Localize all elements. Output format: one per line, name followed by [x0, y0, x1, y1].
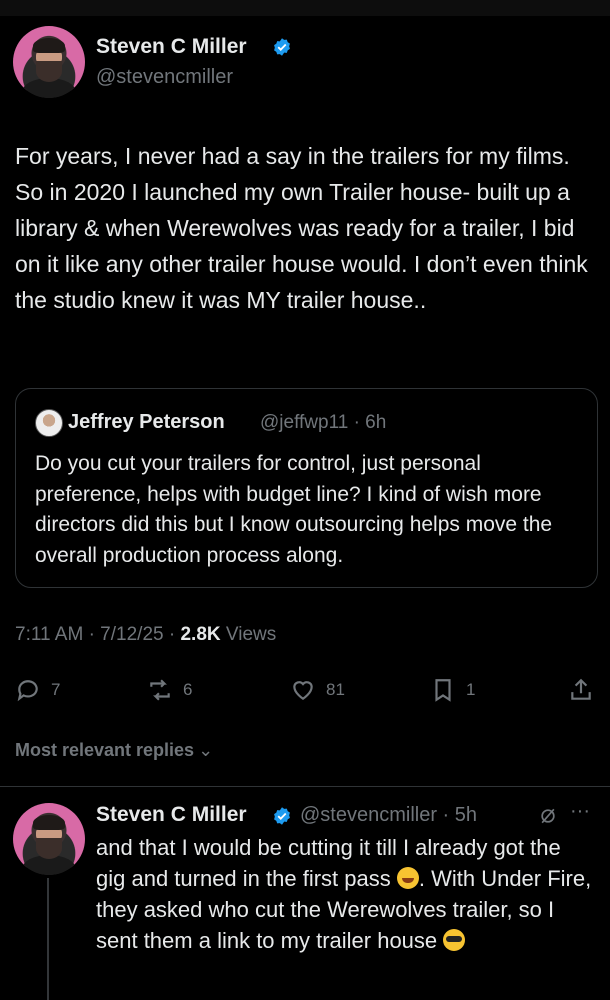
- repost-icon: [150, 679, 170, 701]
- share-icon: [571, 678, 591, 700]
- heart-icon: [293, 681, 313, 700]
- bookmark-icon: [435, 679, 451, 702]
- tweet-time: 7:11 AM · 7/12/25 ·: [15, 624, 181, 645]
- rofl-emoji-icon: [396, 867, 419, 889]
- author-name[interactable]: Steven C Miller: [96, 35, 247, 59]
- quoted-author-meta: @jeffwp11 · 6h: [260, 412, 387, 433]
- tweet-meta: 7:11 AM · 7/12/25 · 2.8K Views: [15, 624, 276, 646]
- reply-button[interactable]: 7: [15, 672, 60, 708]
- quoted-author-avatar: [35, 409, 63, 437]
- thread-line: [47, 878, 49, 1000]
- reply-icon: [17, 680, 38, 702]
- repost-count: 6: [183, 680, 193, 699]
- replies-sort-label: Most relevant replies: [15, 740, 195, 760]
- author-avatar[interactable]: [13, 26, 85, 98]
- reply-count: 7: [51, 680, 61, 699]
- tweet-text: For years, I never had a say in the trai…: [15, 143, 588, 313]
- reply-text: and that I would be cutting it till I al…: [96, 832, 596, 956]
- reply-author-avatar[interactable]: [13, 803, 85, 875]
- replies-sort-dropdown[interactable]: Most relevant replies ⌄: [15, 740, 213, 761]
- quoted-tweet-text: Do you cut your trailers for control, ju…: [35, 452, 553, 567]
- action-bar: 7 6 81 1: [0, 672, 610, 708]
- reply-author-name[interactable]: Steven C Miller: [96, 803, 247, 827]
- author-handle[interactable]: @stevencmiller: [96, 66, 233, 89]
- repost-button[interactable]: 6: [147, 672, 192, 708]
- sunglasses-emoji-icon: [443, 929, 466, 951]
- reply-author-meta[interactable]: @stevencmiller · 5h: [300, 804, 477, 827]
- like-button[interactable]: 81: [290, 672, 345, 708]
- like-count: 81: [326, 680, 345, 699]
- status-bar: [0, 0, 610, 16]
- divider: [0, 786, 610, 787]
- views-count: 2.8K: [180, 624, 221, 645]
- verified-badge-icon: [274, 807, 290, 825]
- bookmark-button[interactable]: 1: [430, 672, 475, 708]
- quoted-tweet[interactable]: Jeffrey Peterson @jeffwp11 · 6h Do you c…: [15, 388, 598, 588]
- bookmark-count: 1: [466, 680, 476, 699]
- grok-icon[interactable]: [538, 806, 558, 826]
- chevron-down-icon: ⌄: [198, 740, 214, 760]
- views-label: Views: [220, 624, 277, 645]
- share-button[interactable]: [568, 672, 594, 708]
- verified-badge-icon: [274, 38, 290, 56]
- more-options-icon[interactable]: ···: [570, 800, 590, 823]
- quoted-author-name: Jeffrey Peterson: [68, 411, 225, 433]
